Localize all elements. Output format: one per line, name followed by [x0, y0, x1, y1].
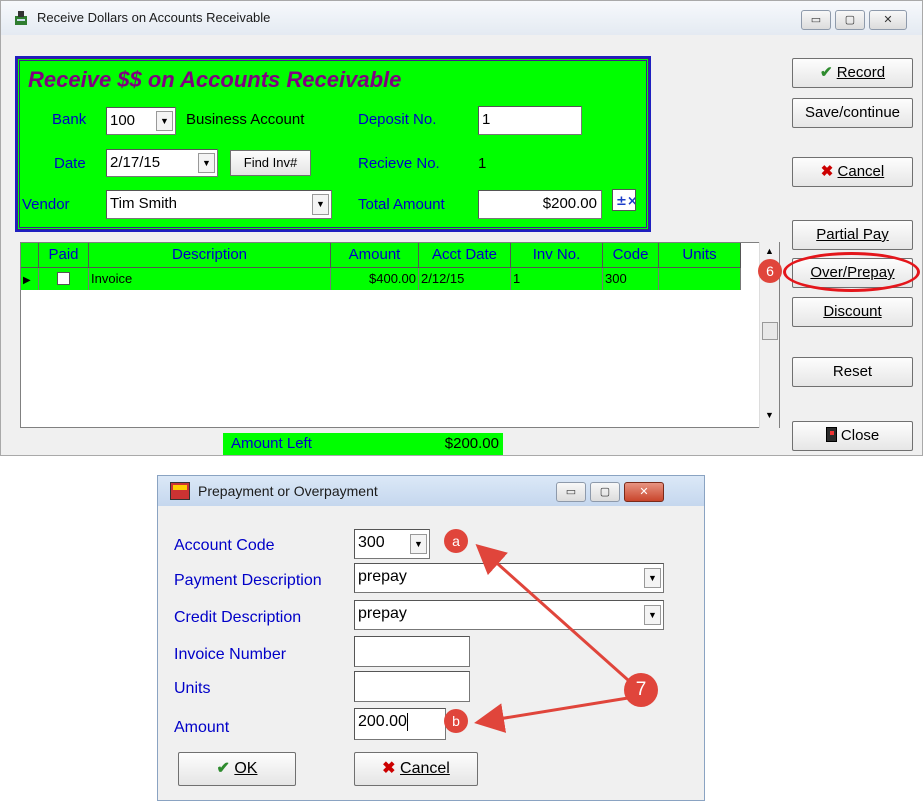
- annotation-a-badge: a: [444, 529, 468, 553]
- annotation-b-badge: b: [444, 709, 468, 733]
- annotation-arrows: [474, 544, 629, 733]
- arrow-to-a: [475, 544, 629, 682]
- arrow-to-b: [474, 696, 629, 733]
- step-7-badge: 7: [624, 673, 658, 707]
